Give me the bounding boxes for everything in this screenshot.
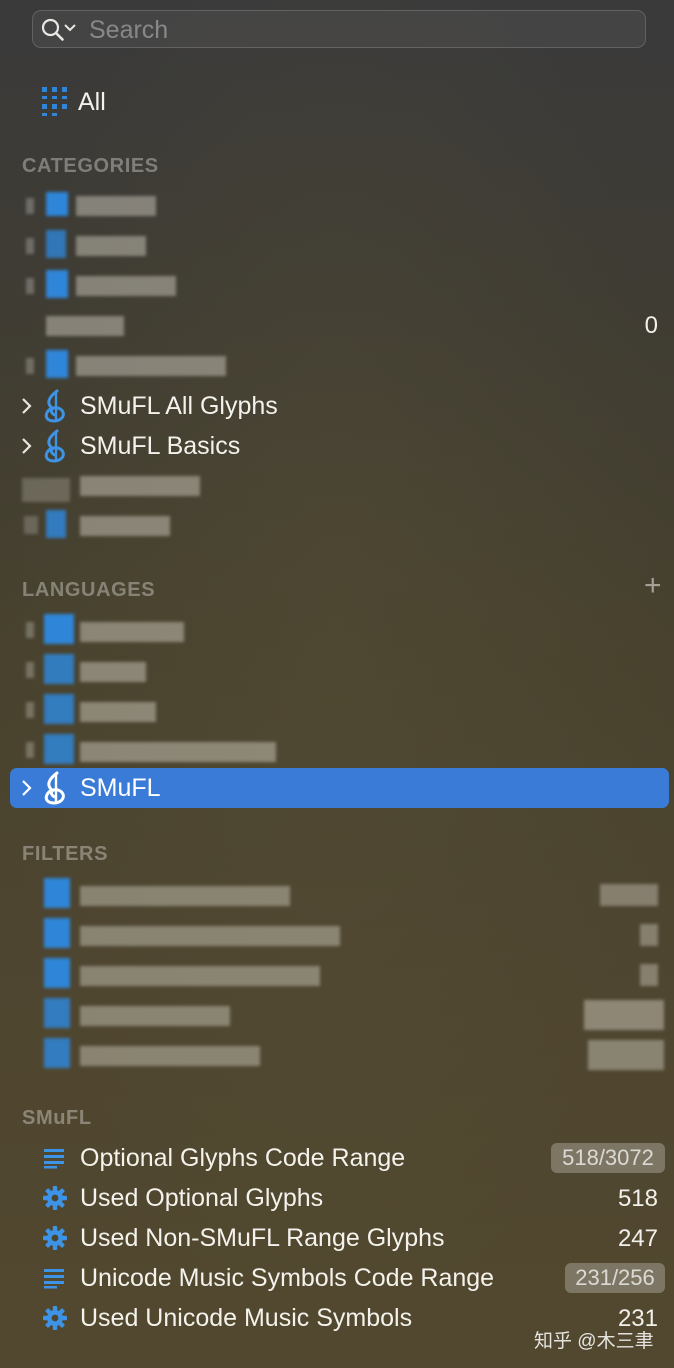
categories-header: CATEGORIES (22, 155, 159, 177)
smufl-item-used-optional-glyphs[interactable]: Used Optional Glyphs (42, 1178, 323, 1218)
chevron-right-icon[interactable] (20, 396, 34, 416)
range-badge: 518/3072 (551, 1143, 665, 1173)
smufl-item-label: Used Non-SMuFL Range Glyphs (80, 1223, 445, 1252)
gear-icon (43, 1186, 67, 1210)
list-icon (44, 1149, 64, 1169)
range-badge: 231/256 (565, 1263, 665, 1293)
gear-icon (43, 1226, 67, 1250)
plus-icon[interactable]: + (644, 571, 662, 601)
smufl-item-label: Unicode Music Symbols Code Range (80, 1263, 495, 1292)
sidebar-item-label: SMuFL All Glyphs (80, 391, 278, 420)
item-count: 518 (617, 1185, 658, 1212)
chevron-right-icon[interactable] (20, 436, 34, 456)
chevron-down-icon[interactable] (63, 23, 77, 33)
languages-header: LANGUAGES (22, 579, 156, 601)
glyph-grid-icon (42, 87, 67, 116)
sidebar-item-label: SMuFL Basics (80, 431, 241, 460)
treble-clef-icon (44, 389, 65, 423)
smufl-item-unicode-music-range[interactable]: Unicode Music Symbols Code Range (42, 1258, 494, 1298)
smufl-item-label: Used Optional Glyphs (80, 1183, 324, 1212)
sidebar-item-smufl[interactable]: SMuFL (20, 768, 161, 808)
chevron-right-icon[interactable] (20, 778, 34, 798)
smufl-item-used-unicode-music[interactable]: Used Unicode Music Symbols (42, 1298, 412, 1338)
smufl-item-label: Optional Glyphs Code Range (80, 1143, 406, 1172)
sidebar-item-all-label: All (78, 87, 106, 116)
filters-header: FILTERS (22, 843, 109, 865)
category-count: 0 (644, 312, 658, 339)
smufl-item-used-non-smufl-glyphs[interactable]: Used Non-SMuFL Range Glyphs (42, 1218, 445, 1258)
search-input[interactable] (87, 14, 631, 46)
sidebar-item-all[interactable]: All (40, 82, 106, 122)
watermark: 知乎 @木三聿 (534, 1331, 654, 1352)
smufl-item-label: Used Unicode Music Symbols (80, 1303, 413, 1332)
smufl-item-optional-glyphs-range[interactable]: Optional Glyphs Code Range (42, 1138, 405, 1178)
item-count: 247 (617, 1225, 658, 1252)
treble-clef-icon (44, 429, 65, 463)
search-field[interactable] (32, 10, 646, 48)
gear-icon (43, 1306, 67, 1330)
treble-clef-icon (44, 771, 65, 805)
smufl-header: SMuFL (22, 1107, 92, 1129)
sidebar-item-smufl-basics[interactable]: SMuFL Basics (20, 426, 240, 466)
search-icon (41, 18, 64, 41)
sidebar-item-smufl-all-glyphs[interactable]: SMuFL All Glyphs (20, 386, 278, 426)
list-icon (44, 1269, 64, 1289)
sidebar-item-label: SMuFL (80, 773, 161, 802)
